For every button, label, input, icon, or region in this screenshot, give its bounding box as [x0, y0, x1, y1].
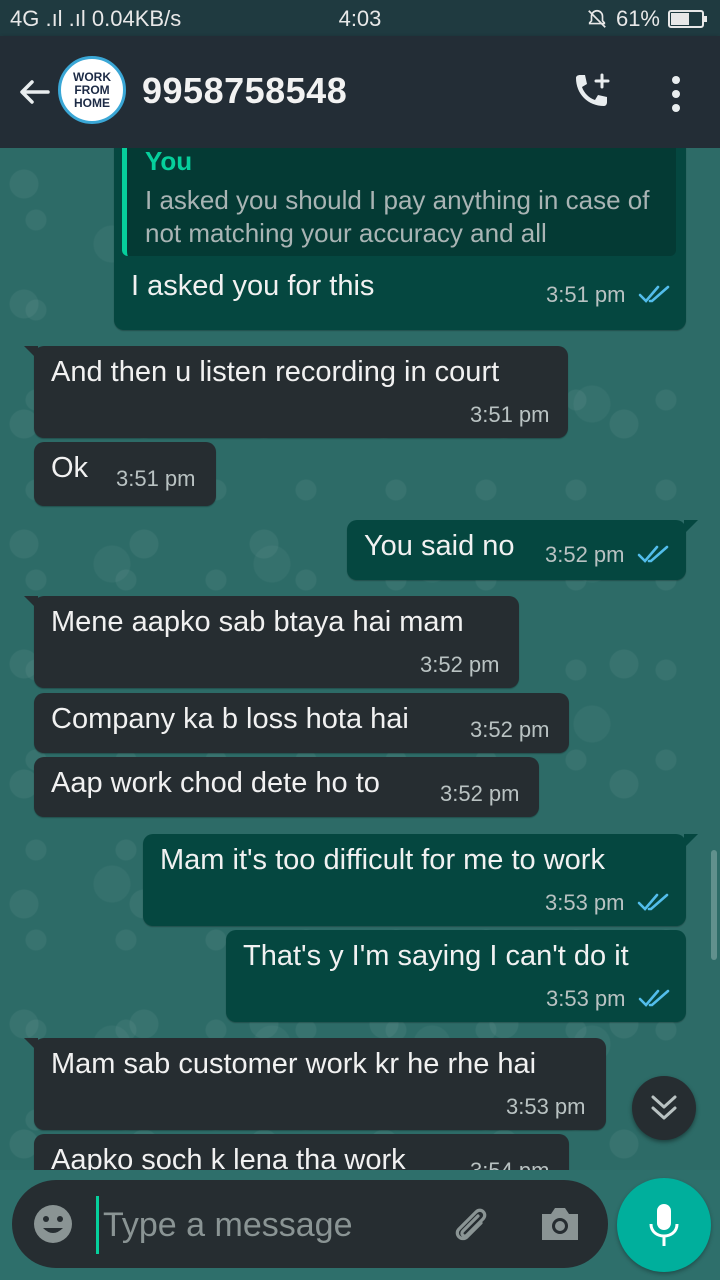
- message-time: 3:53 pm: [546, 986, 626, 1011]
- scrollbar[interactable]: [711, 850, 717, 960]
- message-composer: [12, 1180, 608, 1268]
- emoji-icon[interactable]: [32, 1203, 74, 1245]
- message-time: 3:54 pm: [470, 1158, 550, 1170]
- add-call-icon[interactable]: [570, 72, 614, 114]
- bubble-tail: [24, 346, 38, 360]
- message-incoming[interactable]: Mene aapko sab btaya hai mam 3:52 pm: [24, 596, 519, 688]
- mic-button[interactable]: [617, 1178, 711, 1272]
- message-time: 3:53 pm: [545, 890, 625, 915]
- chat-area[interactable]: You I asked you should I pay anything in…: [0, 148, 720, 1170]
- message-time: 3:51 pm: [116, 466, 196, 491]
- message-outgoing[interactable]: Mam it's too difficult for me to work 3:…: [143, 834, 698, 926]
- message-outgoing[interactable]: That's y I'm saying I can't do it 3:53 p…: [226, 930, 686, 1022]
- message-time: 3:52 pm: [440, 781, 520, 806]
- battery-icon: [668, 10, 707, 28]
- mic-icon: [649, 1204, 679, 1246]
- message-incoming[interactable]: Company ka b loss hota hai 3:52 pm: [34, 693, 569, 753]
- avatar-text-3: HOME: [74, 95, 110, 110]
- attach-icon[interactable]: [448, 1202, 494, 1248]
- message-incoming[interactable]: Ok 3:51 pm: [34, 442, 216, 506]
- contact-name[interactable]: 9958758548: [142, 70, 347, 112]
- bubble-tail: [24, 1038, 38, 1052]
- message-time: 3:51 pm: [546, 282, 626, 307]
- message-time: 3:52 pm: [470, 717, 550, 742]
- bell-off-icon: [588, 9, 606, 28]
- battery-percent: 61%: [615, 6, 660, 31]
- avatar[interactable]: WORK FROM HOME: [58, 56, 126, 124]
- message-text: Mene aapko sab btaya hai mam: [51, 606, 464, 638]
- message-incoming[interactable]: Aapko soch k lena tha work 3:54 pm: [34, 1134, 569, 1170]
- scroll-to-bottom-button[interactable]: [632, 1076, 696, 1140]
- message-incoming[interactable]: Mam sab customer work kr he rhe hai 3:53…: [24, 1038, 606, 1130]
- bubble-tail: [684, 520, 698, 534]
- double-check-icon: [637, 893, 669, 911]
- message-outgoing[interactable]: You said no 3:52 pm: [347, 520, 698, 580]
- double-check-icon: [638, 285, 670, 303]
- status-bar: 4G .ıl .ıl 0.04KB/s 4:03 61%: [0, 0, 720, 36]
- double-check-icon: [638, 989, 670, 1007]
- camera-icon[interactable]: [538, 1204, 582, 1244]
- message-time: 3:52 pm: [545, 542, 625, 567]
- avatar-text-2: FROM: [74, 82, 110, 97]
- bubble-tail: [24, 596, 38, 610]
- message-reply[interactable]: You I asked you should I pay anything in…: [114, 148, 686, 330]
- message-text: Mam sab customer work kr he rhe hai: [51, 1048, 537, 1080]
- quoted-message[interactable]: You I asked you should I pay anything in…: [122, 148, 676, 256]
- quoted-text: I asked you should I pay anything in cas…: [145, 185, 650, 248]
- avatar-text-1: WORK: [73, 69, 111, 84]
- message-text: I asked you for this: [131, 270, 375, 302]
- composer-bar: [0, 1170, 720, 1280]
- message-text: Mam it's too difficult for me to work: [160, 844, 605, 876]
- quoted-name: You: [145, 148, 193, 176]
- status-right: 61%: [586, 6, 707, 32]
- back-arrow-icon[interactable]: [14, 72, 54, 112]
- message-incoming[interactable]: Aap work chod dete ho to 3:52 pm: [34, 757, 539, 817]
- battery-fill: [671, 13, 689, 25]
- message-time: 3:51 pm: [470, 402, 550, 427]
- message-text: Aap work chod dete ho to: [51, 767, 380, 799]
- message-text: And then u listen recording in court: [51, 356, 500, 388]
- chevron-double-down-icon: [651, 1095, 677, 1120]
- more-vert-icon[interactable]: [664, 74, 688, 114]
- message-text: You said no: [364, 530, 515, 562]
- chat-header: WORK FROM HOME 9958758548: [0, 36, 720, 148]
- message-text: Aapko soch k lena tha work: [51, 1144, 406, 1170]
- message-time: 3:52 pm: [420, 652, 500, 677]
- message-text: Ok: [51, 452, 89, 484]
- double-check-icon: [637, 545, 669, 563]
- message-time: 3:53 pm: [506, 1094, 586, 1119]
- message-input[interactable]: [96, 1196, 425, 1254]
- message-text: Company ka b loss hota hai: [51, 703, 409, 735]
- message-incoming[interactable]: And then u listen recording in court 3:5…: [24, 346, 568, 438]
- bubble-tail: [684, 834, 698, 848]
- message-text: That's y I'm saying I can't do it: [243, 940, 629, 972]
